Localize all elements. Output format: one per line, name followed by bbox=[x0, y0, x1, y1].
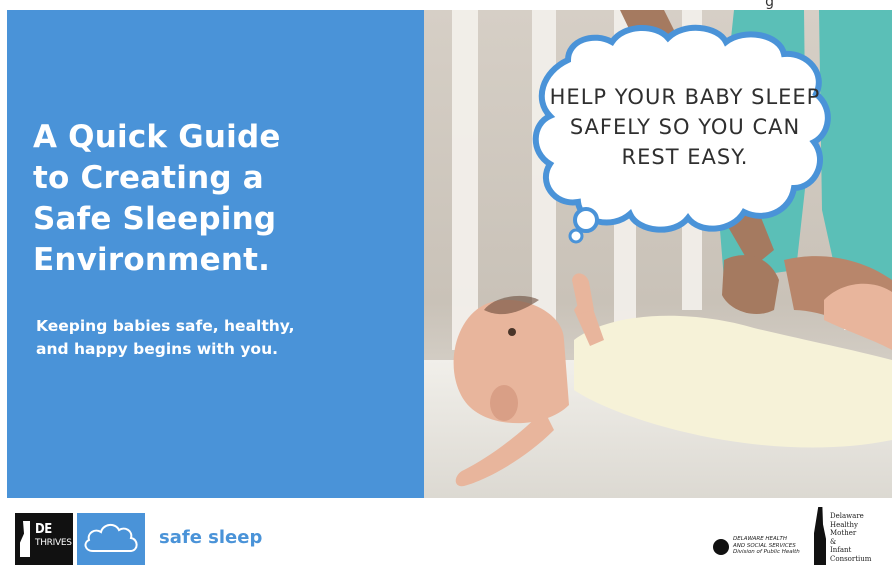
dhmic-line: & bbox=[830, 537, 837, 546]
dhss-emblem-icon bbox=[713, 539, 729, 555]
headline-line: A Quick Guide bbox=[33, 119, 281, 155]
page-corner-text: g bbox=[765, 0, 774, 10]
dhmic-line: Infant bbox=[830, 546, 852, 554]
dhmic-line: Consortium bbox=[830, 554, 872, 563]
de-thrives-logo: DE THRIVES bbox=[15, 513, 73, 565]
subhead-line: Keeping babies safe, healthy, bbox=[36, 317, 295, 335]
headline-line: Environment. bbox=[33, 242, 271, 278]
top-strip bbox=[0, 0, 892, 10]
headline-line: Safe Sleeping bbox=[33, 201, 277, 237]
subhead-line: and happy begins with you. bbox=[36, 340, 278, 358]
headline: A Quick Guide to Creating a Safe Sleepin… bbox=[33, 117, 403, 281]
delaware-state-icon bbox=[814, 507, 826, 565]
dhmic-line: Mother bbox=[830, 529, 857, 537]
cloud-logo-tile bbox=[77, 513, 145, 565]
bubble-line: HELP YOUR BABY SLEEP bbox=[549, 85, 821, 109]
safe-sleep-label: safe sleep bbox=[159, 527, 263, 548]
dhmic-line: Healthy bbox=[830, 520, 858, 529]
bubble-line: REST EASY. bbox=[621, 145, 749, 169]
dhmic-line: Delaware bbox=[830, 512, 864, 520]
de-thrives-line1: DE bbox=[35, 522, 52, 537]
dhss-text: DELAWARE HEALTH AND SOCIAL SERVICES Divi… bbox=[733, 536, 800, 556]
bubble-line: SAFELY SO YOU CAN bbox=[569, 115, 801, 139]
subhead: Keeping babies safe, healthy, and happy … bbox=[36, 315, 366, 361]
speech-bubble-text: HELP YOUR BABY SLEEP SAFELY SO YOU CAN R… bbox=[545, 82, 825, 172]
dhss-line: Division of Public Health bbox=[733, 549, 800, 555]
de-thrives-line2: THRIVES bbox=[35, 538, 72, 548]
cloud-icon bbox=[84, 524, 138, 552]
delaware-state-icon bbox=[20, 521, 30, 557]
dhmic-text: Delaware Healthy Mother & Infant Consort… bbox=[830, 512, 871, 563]
dhss-logo: DELAWARE HEALTH AND SOCIAL SERVICES Divi… bbox=[713, 536, 809, 558]
headline-line: to Creating a bbox=[33, 160, 264, 196]
dhmic-logo: Delaware Healthy Mother & Infant Consort… bbox=[812, 507, 890, 565]
